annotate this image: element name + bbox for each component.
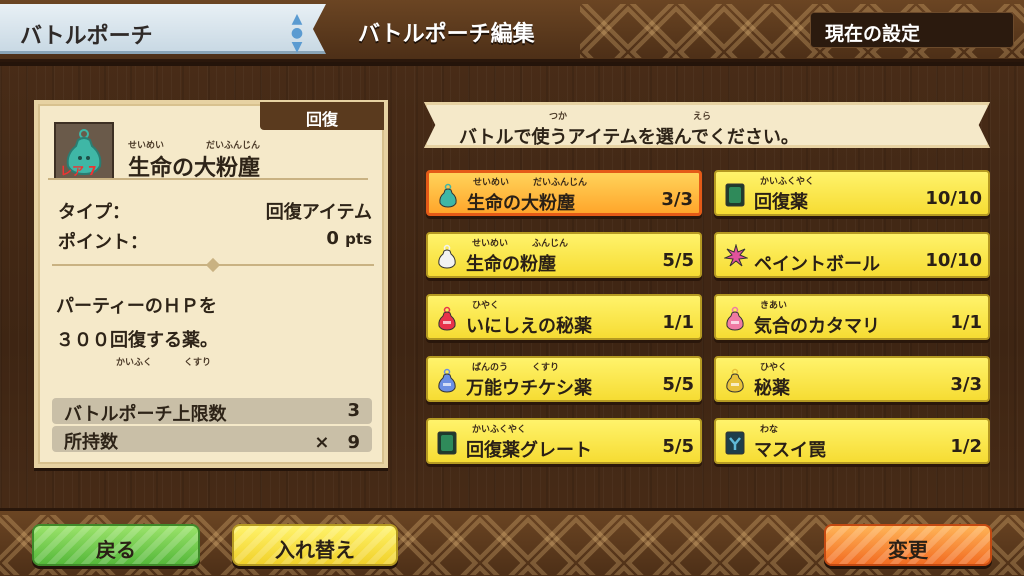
item-count: 1/1 (662, 312, 694, 333)
item-count: 5/5 (662, 436, 694, 457)
item-name: 生命の大粉塵 (467, 193, 575, 214)
dust-bag-icon (436, 244, 458, 270)
item-furigana: きあい (760, 301, 788, 311)
item-furigana: だいふんじん (533, 178, 588, 188)
up-down-arrows-icon[interactable]: ▲ ● ▼ (286, 12, 308, 54)
points-value-group: 0 pts (326, 228, 372, 249)
medicine-bag-icon (724, 306, 746, 332)
item-furigana: ひやく (760, 363, 788, 373)
swap-button-label: 入れ替え (275, 538, 355, 562)
description-furigana: かいふく (116, 358, 153, 368)
pouch-limit-row: バトルポーチ上限数 3 (52, 398, 372, 425)
instruction-furigana: つか (549, 112, 568, 122)
item-count: 5/5 (662, 374, 694, 395)
pouch-limit-label: バトルポーチ上限数 (64, 404, 227, 425)
instruction-furigana: えら (693, 112, 712, 122)
dust-bag-icon (437, 183, 459, 209)
item-count: 10/10 (925, 188, 982, 209)
divider (48, 178, 368, 180)
description-line: パーティーのＨＰを (56, 296, 217, 317)
medicine-bag-icon (724, 368, 746, 394)
category-tag: 回復 (260, 102, 384, 130)
item-furigana: ひやく (472, 301, 500, 311)
item-slot[interactable]: わなマスイ罠 1/2 (714, 418, 990, 464)
item-count: 1/1 (950, 312, 982, 333)
item-furigana: かいふくやく (760, 177, 815, 187)
item-slot[interactable]: ひやくいにしえの秘薬 1/1 (426, 294, 702, 340)
item-name: 回復薬グレート (466, 440, 592, 461)
potion-bottle-icon (436, 430, 458, 456)
type-label: タイプ： (58, 202, 130, 223)
instruction-banner: つか えら バトルで使うアイテムを選んでください。 (424, 102, 990, 148)
item-slot[interactable]: ペイントボール 10/10 (714, 232, 990, 278)
current-settings-button[interactable]: 現在の設定 (810, 12, 1014, 48)
description-line: ３００回復する薬。 (56, 330, 218, 351)
owned-label: 所持数 (64, 432, 118, 453)
item-furigana: ばんのう (472, 363, 509, 373)
item-slot[interactable]: きあい気合のカタマリ 1/1 (714, 294, 990, 340)
item-furigana: わな (760, 425, 779, 435)
item-furigana: くすり (532, 363, 560, 373)
change-button[interactable]: 変更 (824, 524, 992, 566)
description-furigana: くすり (184, 358, 212, 368)
item-slot[interactable]: ひやく秘薬 3/3 (714, 356, 990, 402)
top-divider (0, 62, 1024, 66)
item-description: パーティーのＨＰを ３００回復する薬。 かいふく くすり (56, 290, 376, 368)
item-count: 3/3 (661, 189, 693, 210)
divider-diamond (205, 257, 221, 273)
trap-icon (724, 430, 746, 456)
item-name: ペイントボール (754, 254, 880, 275)
potion-bottle-icon (724, 182, 746, 208)
item-name: 気合のカタマリ (754, 316, 880, 337)
pouch-selector-tab[interactable]: バトルポーチ ▲ ● ▼ (0, 4, 326, 54)
rarity-label: レア 7 (60, 164, 97, 178)
paintball-icon (723, 243, 749, 270)
item-name: 生命の粉塵 (466, 254, 556, 275)
instruction-text: バトルで使うアイテムを選んでください。 (459, 127, 799, 148)
item-count: 1/2 (950, 436, 982, 457)
screen-title: バトルポーチ編集 (358, 22, 535, 47)
item-slot[interactable]: かいふくやく回復薬グレート 5/5 (426, 418, 702, 464)
item-name: 万能ウチケシ薬 (466, 378, 592, 399)
pouch-tab-label: バトルポーチ (20, 24, 153, 49)
medicine-bag-icon (436, 368, 458, 394)
type-value: 回復アイテム (265, 202, 372, 223)
item-name: 秘薬 (754, 378, 790, 399)
points-unit: pts (345, 230, 372, 248)
item-count: 5/5 (662, 250, 694, 271)
points-value: 0 (326, 228, 339, 249)
item-name: マスイ罠 (754, 440, 826, 461)
owned-row: 所持数 × 9 (52, 426, 372, 453)
item-slot[interactable]: かいふくやく回復薬 10/10 (714, 170, 990, 216)
item-count: 10/10 (925, 250, 982, 271)
back-button[interactable]: 戻る (32, 524, 200, 566)
item-furigana: ふんじん (532, 239, 569, 249)
pouch-limit-value: 3 (347, 400, 360, 421)
item-detail-panel: 回復 レア 7 せいめい だいふんじん 生命の大粉塵 タイプ： 回復アイテム ポ… (34, 100, 388, 468)
medicine-bag-icon (436, 306, 458, 332)
item-name: いにしえの秘薬 (466, 316, 592, 337)
change-button-label: 変更 (888, 538, 928, 562)
item-slot[interactable]: せいめい ふんじん生命の粉塵 5/5 (426, 232, 702, 278)
item-furigana: せいめい (472, 239, 509, 249)
item-furigana: せいめい (473, 178, 510, 188)
item-name: 回復薬 (754, 192, 808, 213)
points-label: ポイント： (58, 232, 148, 253)
owned-value: × 9 (314, 432, 360, 453)
back-button-label: 戻る (96, 538, 136, 562)
item-slot[interactable]: せいめい だいふんじん生命の大粉塵 3/3 (426, 170, 702, 216)
item-slot[interactable]: ばんのう くすり万能ウチケシ薬 5/5 (426, 356, 702, 402)
swap-button[interactable]: 入れ替え (232, 524, 398, 566)
item-count: 3/3 (950, 374, 982, 395)
item-furigana: かいふくやく (472, 425, 527, 435)
